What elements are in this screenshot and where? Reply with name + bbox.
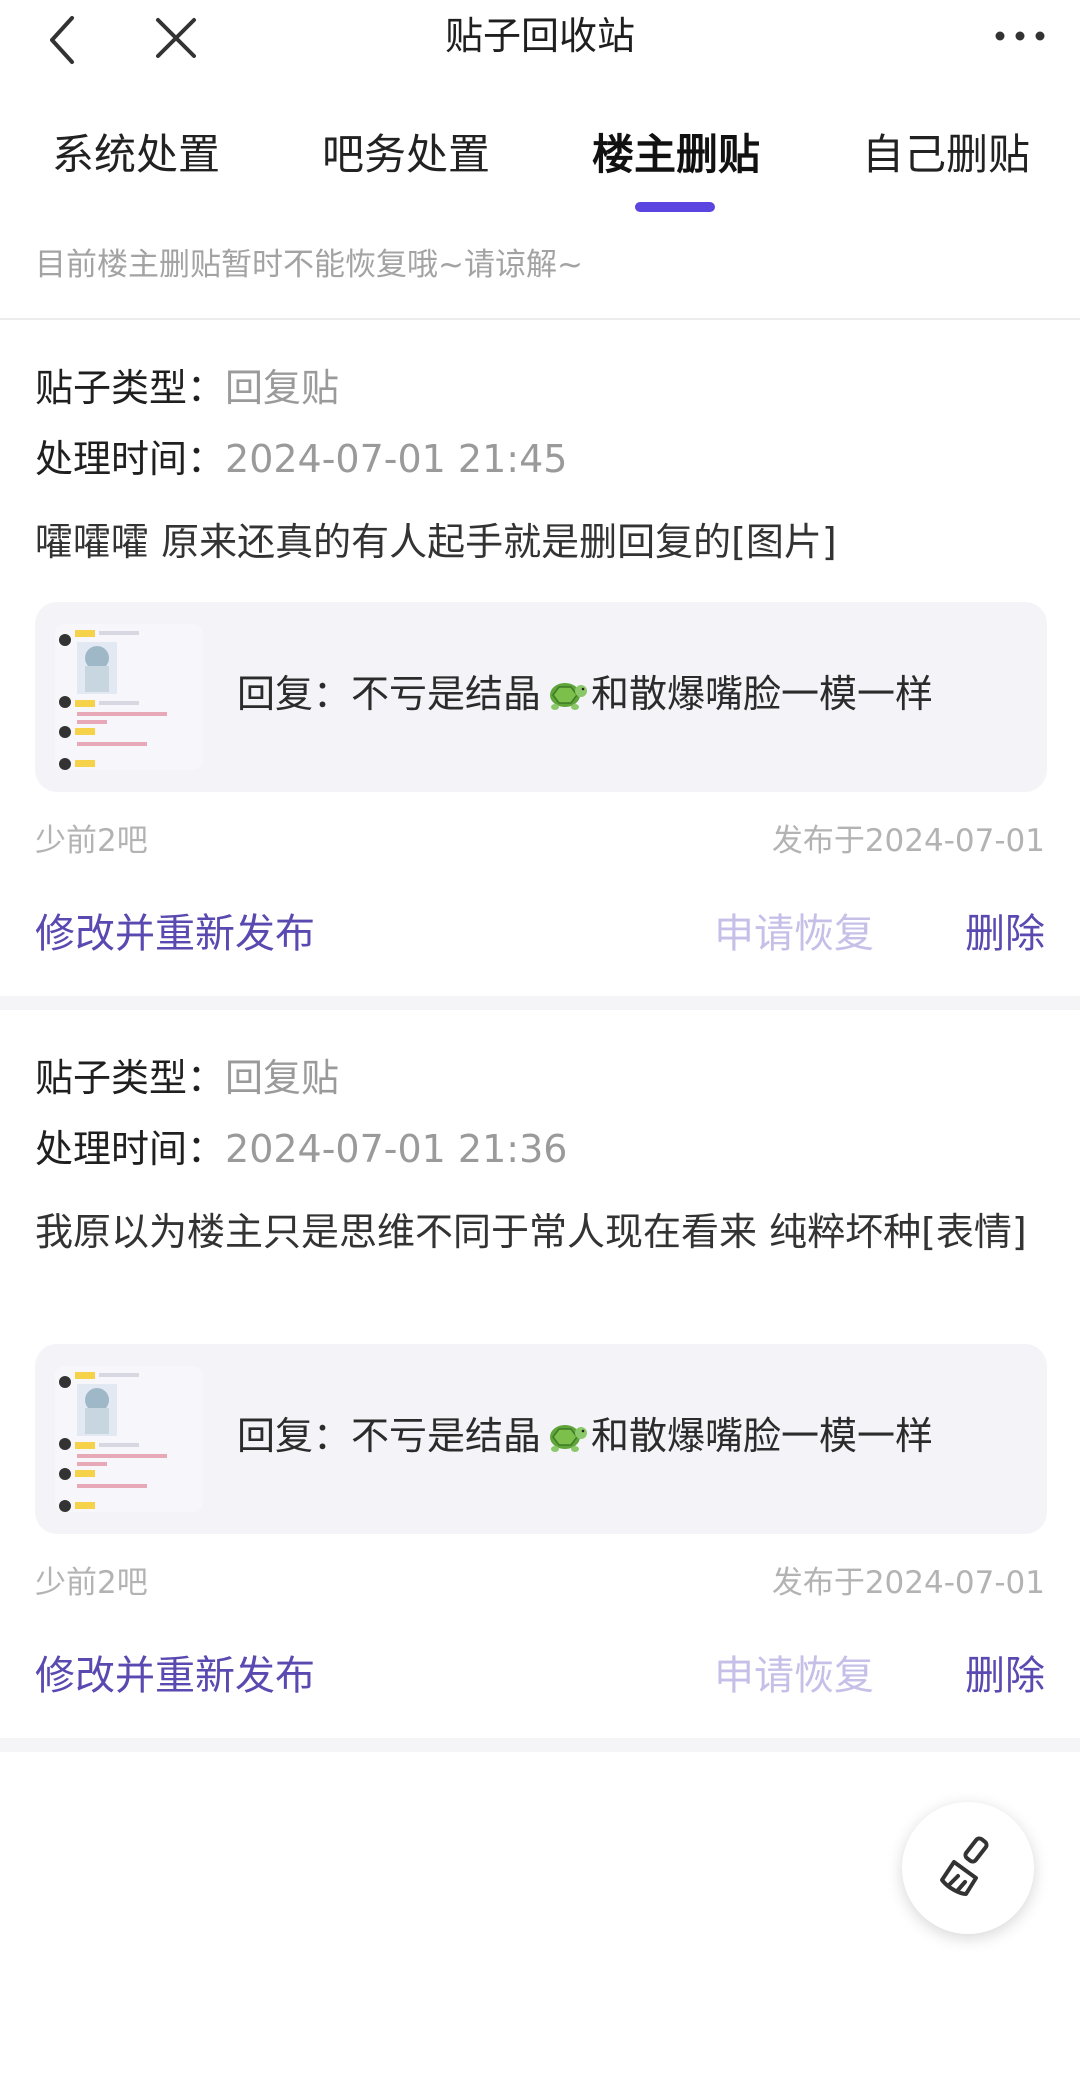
post-type-row: 贴子类型：回复贴 [35,363,339,413]
delete-button[interactable]: 删除 [965,906,1045,962]
quoted-post-thumbnail [55,624,203,770]
post-type-label: 贴子类型： [35,1056,226,1100]
process-time-value: 2024-07-01 21:45 [225,437,568,481]
page-title: 贴子回收站 [444,14,635,58]
notice-text: 目前楼主删贴暂时不能恢复哦~请谅解~ [35,247,583,283]
edit-republish-button[interactable]: 修改并重新发布 [35,1648,315,1704]
quoted-text-suffix: 和散爆嘴脸一模一样 [591,672,934,716]
quoted-post[interactable]: 回复：不亏是结晶 和散爆嘴脸一模一样 [35,602,1047,792]
process-time-row: 处理时间：2024-07-01 21:45 [35,434,567,484]
post-content: 我原以为楼主只是思维不同于常人现在看来 纯粹坏种[表情] [35,1210,1027,1254]
broom-icon [940,1836,989,1896]
request-restore-button[interactable]: 申请恢复 [714,906,874,962]
publish-date: 发布于2024-07-01 [771,823,1045,859]
turtle-emoji-icon [543,1413,589,1457]
forum-name[interactable]: 少前2吧 [35,820,148,862]
quoted-post-text: 回复：不亏是结晶 和散爆嘴脸一模一样 [237,666,933,722]
edit-republish-button[interactable]: 修改并重新发布 [35,906,315,962]
card-separator [0,1738,1080,1752]
clean-fab-button[interactable] [902,1802,1034,1934]
post-type-label: 贴子类型： [35,366,226,410]
post-card: 贴子类型：回复贴 处理时间：2024-07-01 21:45 嚯嚯嚯 原来还真的… [0,320,1080,996]
quoted-text-suffix: 和散爆嘴脸一模一样 [591,1414,934,1458]
process-time-row: 处理时间：2024-07-01 21:36 [35,1124,567,1174]
card-separator [0,996,1080,1010]
tab-self-deleted[interactable]: 自己删贴 [862,120,1030,190]
tab-system[interactable]: 系统处置 [52,120,220,190]
more-dots-icon[interactable] [990,14,1050,58]
post-card: 贴子类型：回复贴 处理时间：2024-07-01 21:36 我原以为楼主只是思… [0,1010,1080,1738]
quoted-post-thumbnail [55,1366,203,1512]
quoted-text-prefix: 回复：不亏是结晶 [237,1414,542,1458]
tab-bar: 系统处置 吧务处置 楼主删贴 自己删贴 [0,120,1080,220]
tab-op-deleted[interactable]: 楼主删贴 [592,120,760,190]
tab-moderator[interactable]: 吧务处置 [322,120,490,190]
post-type-value: 回复贴 [225,1056,340,1100]
post-type-row: 贴子类型：回复贴 [35,1053,339,1103]
post-content: 嚯嚯嚯 原来还真的有人起手就是删回复的[图片] [35,520,837,564]
forum-name[interactable]: 少前2吧 [35,1562,148,1604]
post-type-value: 回复贴 [225,366,340,410]
turtle-emoji-icon [543,671,589,715]
quoted-post[interactable]: 回复：不亏是结晶 和散爆嘴脸一模一样 [35,1344,1047,1534]
process-time-label: 处理时间： [35,437,226,481]
top-bar: 贴子回收站 [0,0,1080,80]
quoted-text-prefix: 回复：不亏是结晶 [237,672,542,716]
active-tab-indicator [635,202,715,212]
publish-date: 发布于2024-07-01 [771,1565,1045,1601]
process-time-value: 2024-07-01 21:36 [225,1127,568,1171]
request-restore-button[interactable]: 申请恢复 [714,1648,874,1704]
delete-button[interactable]: 删除 [965,1648,1045,1704]
quoted-post-text: 回复：不亏是结晶 和散爆嘴脸一模一样 [237,1408,933,1464]
process-time-label: 处理时间： [35,1127,226,1171]
